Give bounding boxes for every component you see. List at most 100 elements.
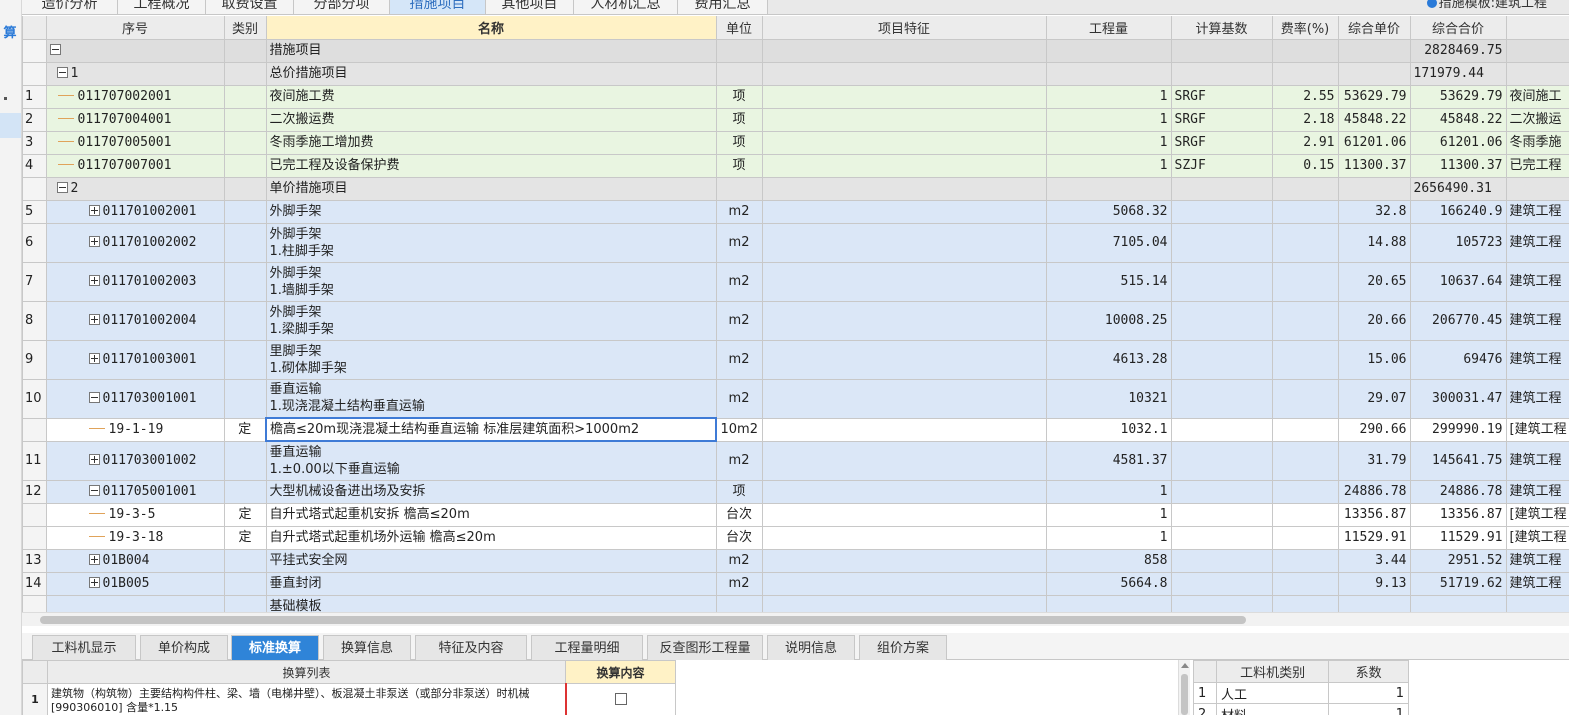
table-row[interactable]: 2 单价措施项目 2656490.31	[23, 177, 1569, 201]
row-unit-price: 15.06	[1338, 340, 1411, 380]
table-row[interactable]: 8 011701002004 外脚手架 1.梁脚手架 m2 10008.25 2…	[23, 301, 1569, 341]
expand-toggle-icon[interactable]	[88, 274, 100, 286]
tab-fee-settings[interactable]: 取费设置	[206, 0, 294, 14]
table-row[interactable]: 19-1-19 定 檐高≤20m现浇混凝土结构垂直运输 标准层建筑面积>1000…	[23, 417, 1569, 442]
expand-toggle-icon[interactable]	[88, 576, 100, 588]
table-row[interactable]: 6 011701002002 外脚手架 1.柱脚手架 m2 7105.04 14…	[23, 223, 1569, 263]
expand-toggle-icon[interactable]	[88, 204, 100, 216]
row-name[interactable]: 大型机械设备进出场及安拆	[266, 480, 717, 504]
tab-resource-display[interactable]: 工料机显示	[32, 635, 136, 660]
res-row[interactable]: 2 材料 1	[1193, 703, 1409, 715]
row-name[interactable]: 自升式塔式起重机安拆 檐高≤20m	[266, 503, 717, 527]
conversion-content-header: 换算内容	[565, 660, 676, 684]
table-row[interactable]: 措施项目 2828469.75	[23, 39, 1569, 63]
table-row[interactable]: 7 011701002003 外脚手架 1.墙脚手架 m2 515.14 20.…	[23, 262, 1569, 302]
expand-toggle-icon[interactable]	[88, 235, 100, 247]
table-row[interactable]: 14 01B005 垂直封闭 m2 5664.8 9.13 51719.62 建…	[23, 572, 1569, 596]
row-name[interactable]: 外脚手架 1.墙脚手架	[266, 262, 717, 302]
sidebar-mark[interactable]: 算	[0, 22, 20, 41]
expand-toggle-icon[interactable]	[88, 553, 100, 565]
col-header-type[interactable]: 类别	[224, 16, 267, 40]
collapse-toggle-icon[interactable]	[56, 181, 68, 193]
row-name[interactable]: 外脚手架	[266, 200, 717, 224]
table-row[interactable]: 基础模板	[23, 595, 1569, 612]
col-header-total-price[interactable]: 综合合价	[1410, 16, 1507, 40]
row-unit-price: 31.79	[1338, 441, 1411, 481]
table-row[interactable]: 3 011707005001 冬雨季施工增加费 项 1 SRGF 2.91 61…	[23, 131, 1569, 155]
table-row[interactable]: 9 011701003001 里脚手架 1.砌体脚手架 m2 4613.28 1…	[23, 340, 1569, 380]
col-header-name[interactable]: 名称	[266, 16, 717, 40]
conversion-checkbox[interactable]	[614, 693, 627, 705]
col-header-index[interactable]: 序号	[46, 16, 225, 40]
row-name[interactable]: 垂直运输 1.现浇混凝土结构垂直运输	[266, 379, 717, 419]
table-row[interactable]: 11 011703001002 垂直运输 1.±0.00以下垂直运输 m2 45…	[23, 441, 1569, 481]
collapse-toggle-icon[interactable]	[49, 43, 61, 55]
collapse-toggle-icon[interactable]	[88, 391, 100, 403]
scroll-up-icon[interactable]	[1181, 663, 1189, 668]
tab-pricing-scheme[interactable]: 组价方案	[859, 635, 947, 660]
row-name[interactable]: 单价措施项目	[266, 177, 717, 201]
table-row[interactable]: 13 01B004 平挂式安全网 m2 858 3.44 2951.52 建筑工…	[23, 549, 1569, 573]
row-name[interactable]: 外脚手架 1.柱脚手架	[266, 223, 717, 263]
res-row-coef[interactable]: 1	[1328, 682, 1409, 704]
col-header-quantity[interactable]: 工程量	[1046, 16, 1172, 40]
col-header-feature[interactable]: 项目特征	[762, 16, 1047, 40]
res-row-coef[interactable]: 1	[1328, 703, 1409, 715]
horizontal-scrollbar[interactable]	[22, 612, 1569, 626]
row-name[interactable]: 冬雨季施工增加费	[266, 131, 717, 155]
tab-conversion-info[interactable]: 换算信息	[323, 635, 411, 660]
expand-toggle-icon[interactable]	[88, 313, 100, 325]
scrollbar-thumb[interactable]	[1181, 674, 1188, 715]
conversion-row[interactable]: 1 建筑物（构筑物）主要结构构件柱、梁、墙（电梯井壁）、板混凝土非泵送（或部分非…	[22, 683, 676, 715]
expand-toggle-icon[interactable]	[88, 453, 100, 465]
col-header-unit-price[interactable]: 综合单价	[1338, 16, 1411, 40]
table-row[interactable]: 10 011703001001 垂直运输 1.现浇混凝土结构垂直运输 m2 10…	[23, 379, 1569, 419]
collapse-toggle-icon[interactable]	[88, 484, 100, 496]
tab-resource-summary[interactable]: 人材机汇总	[574, 0, 678, 14]
row-name[interactable]: 外脚手架 1.梁脚手架	[266, 301, 717, 341]
tab-other-items[interactable]: 其他项目	[486, 0, 574, 14]
col-header-unit[interactable]: 单位	[716, 16, 763, 40]
tab-standard-conversion[interactable]: 标准换算	[231, 635, 319, 660]
tab-fee-summary[interactable]: 费用汇总	[678, 0, 768, 14]
tab-price-composition[interactable]: 单价构成	[140, 635, 228, 660]
row-name[interactable]: 里脚手架 1.砌体脚手架	[266, 340, 717, 380]
tab-project-overview[interactable]: 工程概况	[118, 0, 206, 14]
table-row[interactable]: 1 总价措施项目 171979.44	[23, 62, 1569, 86]
row-name[interactable]: 措施项目	[266, 39, 717, 63]
tab-description[interactable]: 说明信息	[767, 635, 855, 660]
row-name[interactable]: 自升式塔式起重机场外运输 檐高≤20m	[266, 526, 717, 550]
tab-measures[interactable]: 措施项目	[390, 0, 486, 14]
scrollbar-thumb[interactable]	[40, 616, 1246, 624]
collapse-toggle-icon[interactable]	[56, 66, 68, 78]
template-selector[interactable]: 措施模板:建筑工程	[1426, 0, 1547, 12]
row-name[interactable]: 垂直运输 1.±0.00以下垂直运输	[266, 441, 717, 481]
row-name[interactable]: 基础模板	[266, 595, 717, 612]
tab-cost-analysis[interactable]: 造价分析	[22, 0, 118, 14]
expand-toggle-icon[interactable]	[88, 352, 100, 364]
tab-quantity-detail[interactable]: 工程量明细	[531, 635, 643, 660]
table-row[interactable]: 5 011701002001 外脚手架 m2 5068.32 32.8 1662…	[23, 200, 1569, 224]
row-name[interactable]: 二次搬运费	[266, 108, 717, 132]
row-name[interactable]: 平挂式安全网	[266, 549, 717, 573]
table-row[interactable]: 19-3-18 定 自升式塔式起重机场外运输 檐高≤20m 台次 1 11529…	[23, 526, 1569, 550]
sidebar-selection[interactable]	[0, 113, 21, 138]
table-row[interactable]: 4 011707007001 已完工程及设备保护费 项 1 SZJF 0.15 …	[23, 154, 1569, 178]
res-row[interactable]: 1 人工 1	[1193, 682, 1409, 704]
table-row[interactable]: 2 011707004001 二次搬运费 项 1 SRGF 2.18 45848…	[23, 108, 1569, 132]
table-row[interactable]: 19-3-5 定 自升式塔式起重机安拆 檐高≤20m 台次 1 13356.87…	[23, 503, 1569, 527]
row-name[interactable]: 檐高≤20m现浇混凝土结构垂直运输 标准层建筑面积>1000m2	[265, 417, 717, 442]
row-index	[23, 526, 47, 550]
col-header-base[interactable]: 计算基数	[1171, 16, 1273, 40]
row-name[interactable]: 已完工程及设备保护费	[266, 154, 717, 178]
vertical-scrollbar[interactable]	[1178, 660, 1190, 715]
row-name[interactable]: 垂直封闭	[266, 572, 717, 596]
tab-features-content[interactable]: 特征及内容	[415, 635, 527, 660]
row-name[interactable]: 总价措施项目	[266, 62, 717, 86]
table-row[interactable]: 1 011707002001 夜间施工费 项 1 SRGF 2.55 53629…	[23, 85, 1569, 109]
row-name[interactable]: 夜间施工费	[266, 85, 717, 109]
tab-sub-items[interactable]: 分部分项	[294, 0, 390, 14]
col-header-rate[interactable]: 费率(%)	[1272, 16, 1339, 40]
tab-reverse-lookup[interactable]: 反查图形工程量	[647, 635, 763, 660]
table-row[interactable]: 12 011705001001 大型机械设备进出场及安拆 项 1 24886.7…	[23, 480, 1569, 504]
